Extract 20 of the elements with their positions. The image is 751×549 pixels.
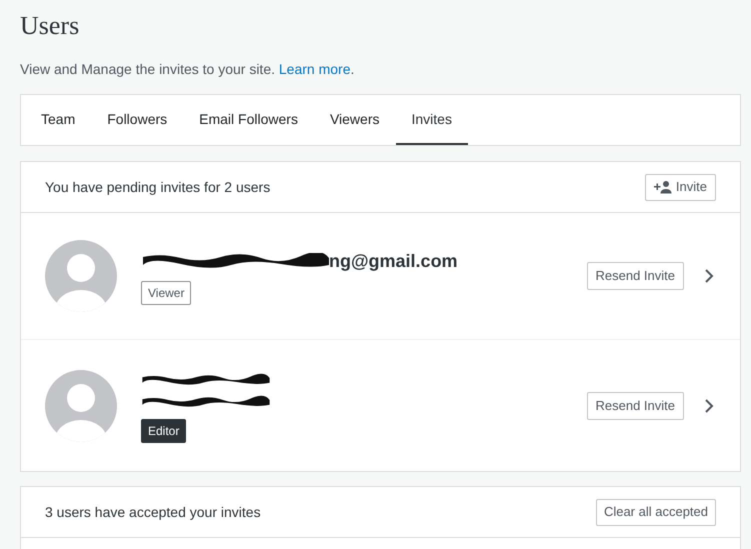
section-heading: You have pending invites for 2 users [45, 178, 270, 197]
invitee-email: ng@gmail.com [329, 250, 458, 273]
invite-button[interactable]: Invite [644, 174, 716, 200]
add-person-icon [654, 180, 672, 194]
role-badge: Editor [141, 418, 186, 442]
page-description: View and Manage the invites to your site. Learn more. [20, 60, 354, 79]
role-badge: Viewer [141, 280, 192, 304]
section-heading: 3 users have accepted your invites [45, 502, 261, 522]
resend-invite-button[interactable]: Resend Invite [586, 392, 684, 420]
chevron-right-icon[interactable] [704, 268, 714, 284]
tab[interactable]: Invites [396, 95, 468, 145]
tab[interactable]: Viewers [314, 95, 396, 145]
tab[interactable]: Followers [91, 95, 184, 145]
page-title: Users [20, 10, 80, 39]
clear-accepted-button[interactable]: Clear all accepted [596, 498, 716, 526]
chevron-right-icon[interactable] [704, 398, 714, 414]
tab[interactable]: Email Followers [183, 95, 314, 145]
tab[interactable]: Team [25, 95, 92, 145]
resend-invite-button[interactable]: Resend Invite [586, 262, 684, 290]
learn-more-link[interactable]: Learn more [278, 61, 350, 77]
